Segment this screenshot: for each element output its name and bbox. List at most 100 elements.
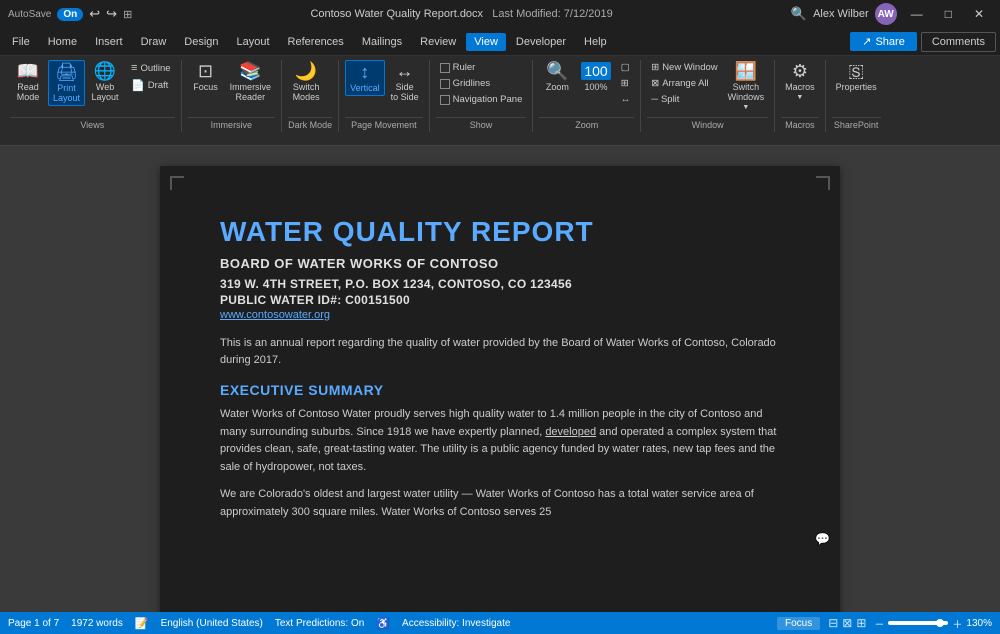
menu-design[interactable]: Design — [176, 33, 226, 51]
menu-review[interactable]: Review — [412, 33, 464, 51]
zoom-button[interactable]: 🔍 Zoom — [539, 60, 575, 94]
outline-button[interactable]: ≡ Outline — [127, 60, 175, 76]
draft-button[interactable]: 📄 Draft — [127, 77, 175, 94]
ruler-label: Ruler — [453, 62, 476, 73]
read-mode-button[interactable]: 📖 Read Mode — [10, 60, 46, 104]
redo-button[interactable]: ↪ — [106, 6, 117, 22]
track-changes-icon[interactable]: 📝 — [135, 617, 149, 630]
search-icon[interactable]: 🔍 — [791, 6, 807, 22]
vertical-button[interactable]: ↕ Vertical — [345, 60, 385, 96]
user-avatar[interactable]: AW — [875, 3, 897, 25]
zoom-fit-col: ▢ ⊞ ↔ — [617, 60, 635, 107]
zoom-icon: 🔍 — [546, 62, 568, 80]
immersive-group-label: Immersive — [188, 117, 276, 130]
comments-button[interactable]: Comments — [921, 32, 996, 52]
maximize-button[interactable]: □ — [937, 7, 960, 21]
doc-address1: 319 W. 4TH STREET, P.O. BOX 1234, CONTOS… — [220, 277, 780, 291]
minimize-button[interactable]: — — [903, 7, 931, 21]
menu-help[interactable]: Help — [576, 33, 615, 51]
zoom-plus-button[interactable]: ＋ — [952, 616, 962, 631]
share-button[interactable]: ↗ Share — [850, 32, 917, 51]
menu-mailings[interactable]: Mailings — [354, 33, 410, 51]
autosave-toggle[interactable]: On — [57, 8, 83, 21]
doc-address2: PUBLIC WATER ID#: C00151500 — [220, 293, 780, 307]
share-icon: ↗ — [862, 35, 871, 48]
quick-access-icon[interactable]: ⊞ — [123, 8, 132, 21]
switch-windows-button[interactable]: 🪟 Switch Windows ▼ — [724, 60, 769, 113]
side-to-side-button[interactable]: ↔ Side to Side — [387, 60, 423, 104]
gridlines-label: Gridlines — [453, 78, 491, 89]
new-window-button[interactable]: ⊞ New Window — [647, 60, 721, 75]
print-layout-label: Print Layout — [53, 83, 80, 103]
close-button[interactable]: ✕ — [966, 7, 992, 21]
menu-home[interactable]: Home — [40, 33, 85, 51]
zoom-level[interactable]: 130% — [966, 618, 992, 629]
menu-right: ↗ Share Comments — [850, 32, 996, 52]
menu-file[interactable]: File — [4, 33, 38, 51]
menu-developer[interactable]: Developer — [508, 33, 574, 51]
comment-icon[interactable]: 💬 — [815, 532, 830, 546]
macros-buttons: ⚙ Macros ▼ — [781, 60, 819, 113]
draft-label: Draft — [148, 80, 169, 91]
ribbon-group-sharepoint: 🇸 Properties SharePoint — [826, 60, 887, 132]
menu-layout[interactable]: Layout — [229, 33, 278, 51]
doc-website[interactable]: www.contosowater.org — [220, 309, 330, 321]
focus-button[interactable]: Focus — [777, 617, 820, 630]
new-window-icon: ⊞ — [651, 62, 659, 73]
menu-references[interactable]: References — [280, 33, 352, 51]
layout-icon-3[interactable]: ⊞ — [856, 616, 866, 630]
side-label: Side to Side — [391, 82, 419, 102]
web-layout-button[interactable]: 🌐 Web Layout — [87, 60, 123, 104]
share-label: Share — [875, 36, 904, 48]
zoom-label: Zoom — [546, 82, 569, 92]
gridlines-checkbox[interactable]: Gridlines — [436, 76, 527, 91]
properties-icon: 🇸 — [848, 62, 864, 80]
user-name: Alex Wilber — [813, 8, 869, 20]
macros-button[interactable]: ⚙ Macros ▼ — [781, 60, 819, 103]
doc-para1: Water Works of Contoso Water proudly ser… — [220, 406, 780, 476]
split-label: Split — [661, 94, 679, 105]
user-initials: AW — [878, 9, 894, 20]
menu-view[interactable]: View — [466, 33, 506, 51]
macros-label: Macros — [785, 82, 815, 92]
focus-label: Focus — [193, 82, 218, 92]
arrange-all-button[interactable]: ⊠ Arrange All — [647, 76, 721, 91]
zoom-width-button[interactable]: ↔ — [617, 92, 635, 107]
zoom-100-button[interactable]: 100 100% — [577, 60, 614, 94]
text-predictions: Text Predictions: On — [275, 618, 364, 629]
doc-subtitle: BOARD OF WATER WORKS OF CONTOSO — [220, 256, 780, 271]
zoom-minus-button[interactable]: － — [874, 616, 884, 631]
document-page: WATER QUALITY REPORT BOARD OF WATER WORK… — [160, 166, 840, 612]
switch-modes-button[interactable]: 🌙 Switch Modes — [288, 60, 324, 104]
print-layout-button[interactable]: 🖨 Print Layout — [48, 60, 85, 106]
layout-icon-2[interactable]: ⊠ — [842, 616, 852, 630]
side-icon: ↔ — [396, 62, 414, 80]
language[interactable]: English (United States) — [161, 618, 263, 629]
ruler-check-icon — [440, 63, 450, 73]
zoom-multiple-button[interactable]: ⊞ — [617, 76, 635, 91]
ribbon: 📖 Read Mode 🖨 Print Layout 🌐 Web Layout … — [0, 56, 1000, 146]
menu-bar: File Home Insert Draw Design Layout Refe… — [0, 28, 1000, 56]
focus-button[interactable]: ⊡ Focus — [188, 60, 224, 94]
ruler-checkbox[interactable]: Ruler — [436, 60, 527, 75]
properties-button[interactable]: 🇸 Properties — [832, 60, 881, 94]
zoom-slider[interactable] — [888, 621, 948, 625]
read-mode-icon: 📖 — [17, 62, 39, 80]
menu-insert[interactable]: Insert — [87, 33, 131, 51]
comments-label: Comments — [932, 36, 985, 48]
zoom-one-page-button[interactable]: ▢ — [617, 60, 635, 75]
split-button[interactable]: ─ Split — [647, 92, 721, 107]
menu-draw[interactable]: Draw — [133, 33, 175, 51]
show-buttons: Ruler Gridlines Navigation Pane — [436, 60, 527, 113]
dark-buttons: 🌙 Switch Modes — [288, 60, 332, 113]
doc-section1-title: EXECUTIVE SUMMARY — [220, 382, 780, 398]
accessibility-label[interactable]: Accessibility: Investigate — [402, 618, 510, 629]
ribbon-groups: 📖 Read Mode 🖨 Print Layout 🌐 Web Layout … — [0, 60, 1000, 132]
ribbon-group-page-movement: ↕ Vertical ↔ Side to Side Page Movement — [339, 60, 430, 132]
immersive-reader-button[interactable]: 📚 Immersive Reader — [226, 60, 276, 104]
undo-button[interactable]: ↩ — [89, 6, 100, 22]
nav-pane-label: Navigation Pane — [453, 94, 523, 105]
nav-pane-checkbox[interactable]: Navigation Pane — [436, 92, 527, 107]
layout-icon-1[interactable]: ⊟ — [828, 616, 838, 630]
width-icon: ↔ — [621, 94, 631, 105]
